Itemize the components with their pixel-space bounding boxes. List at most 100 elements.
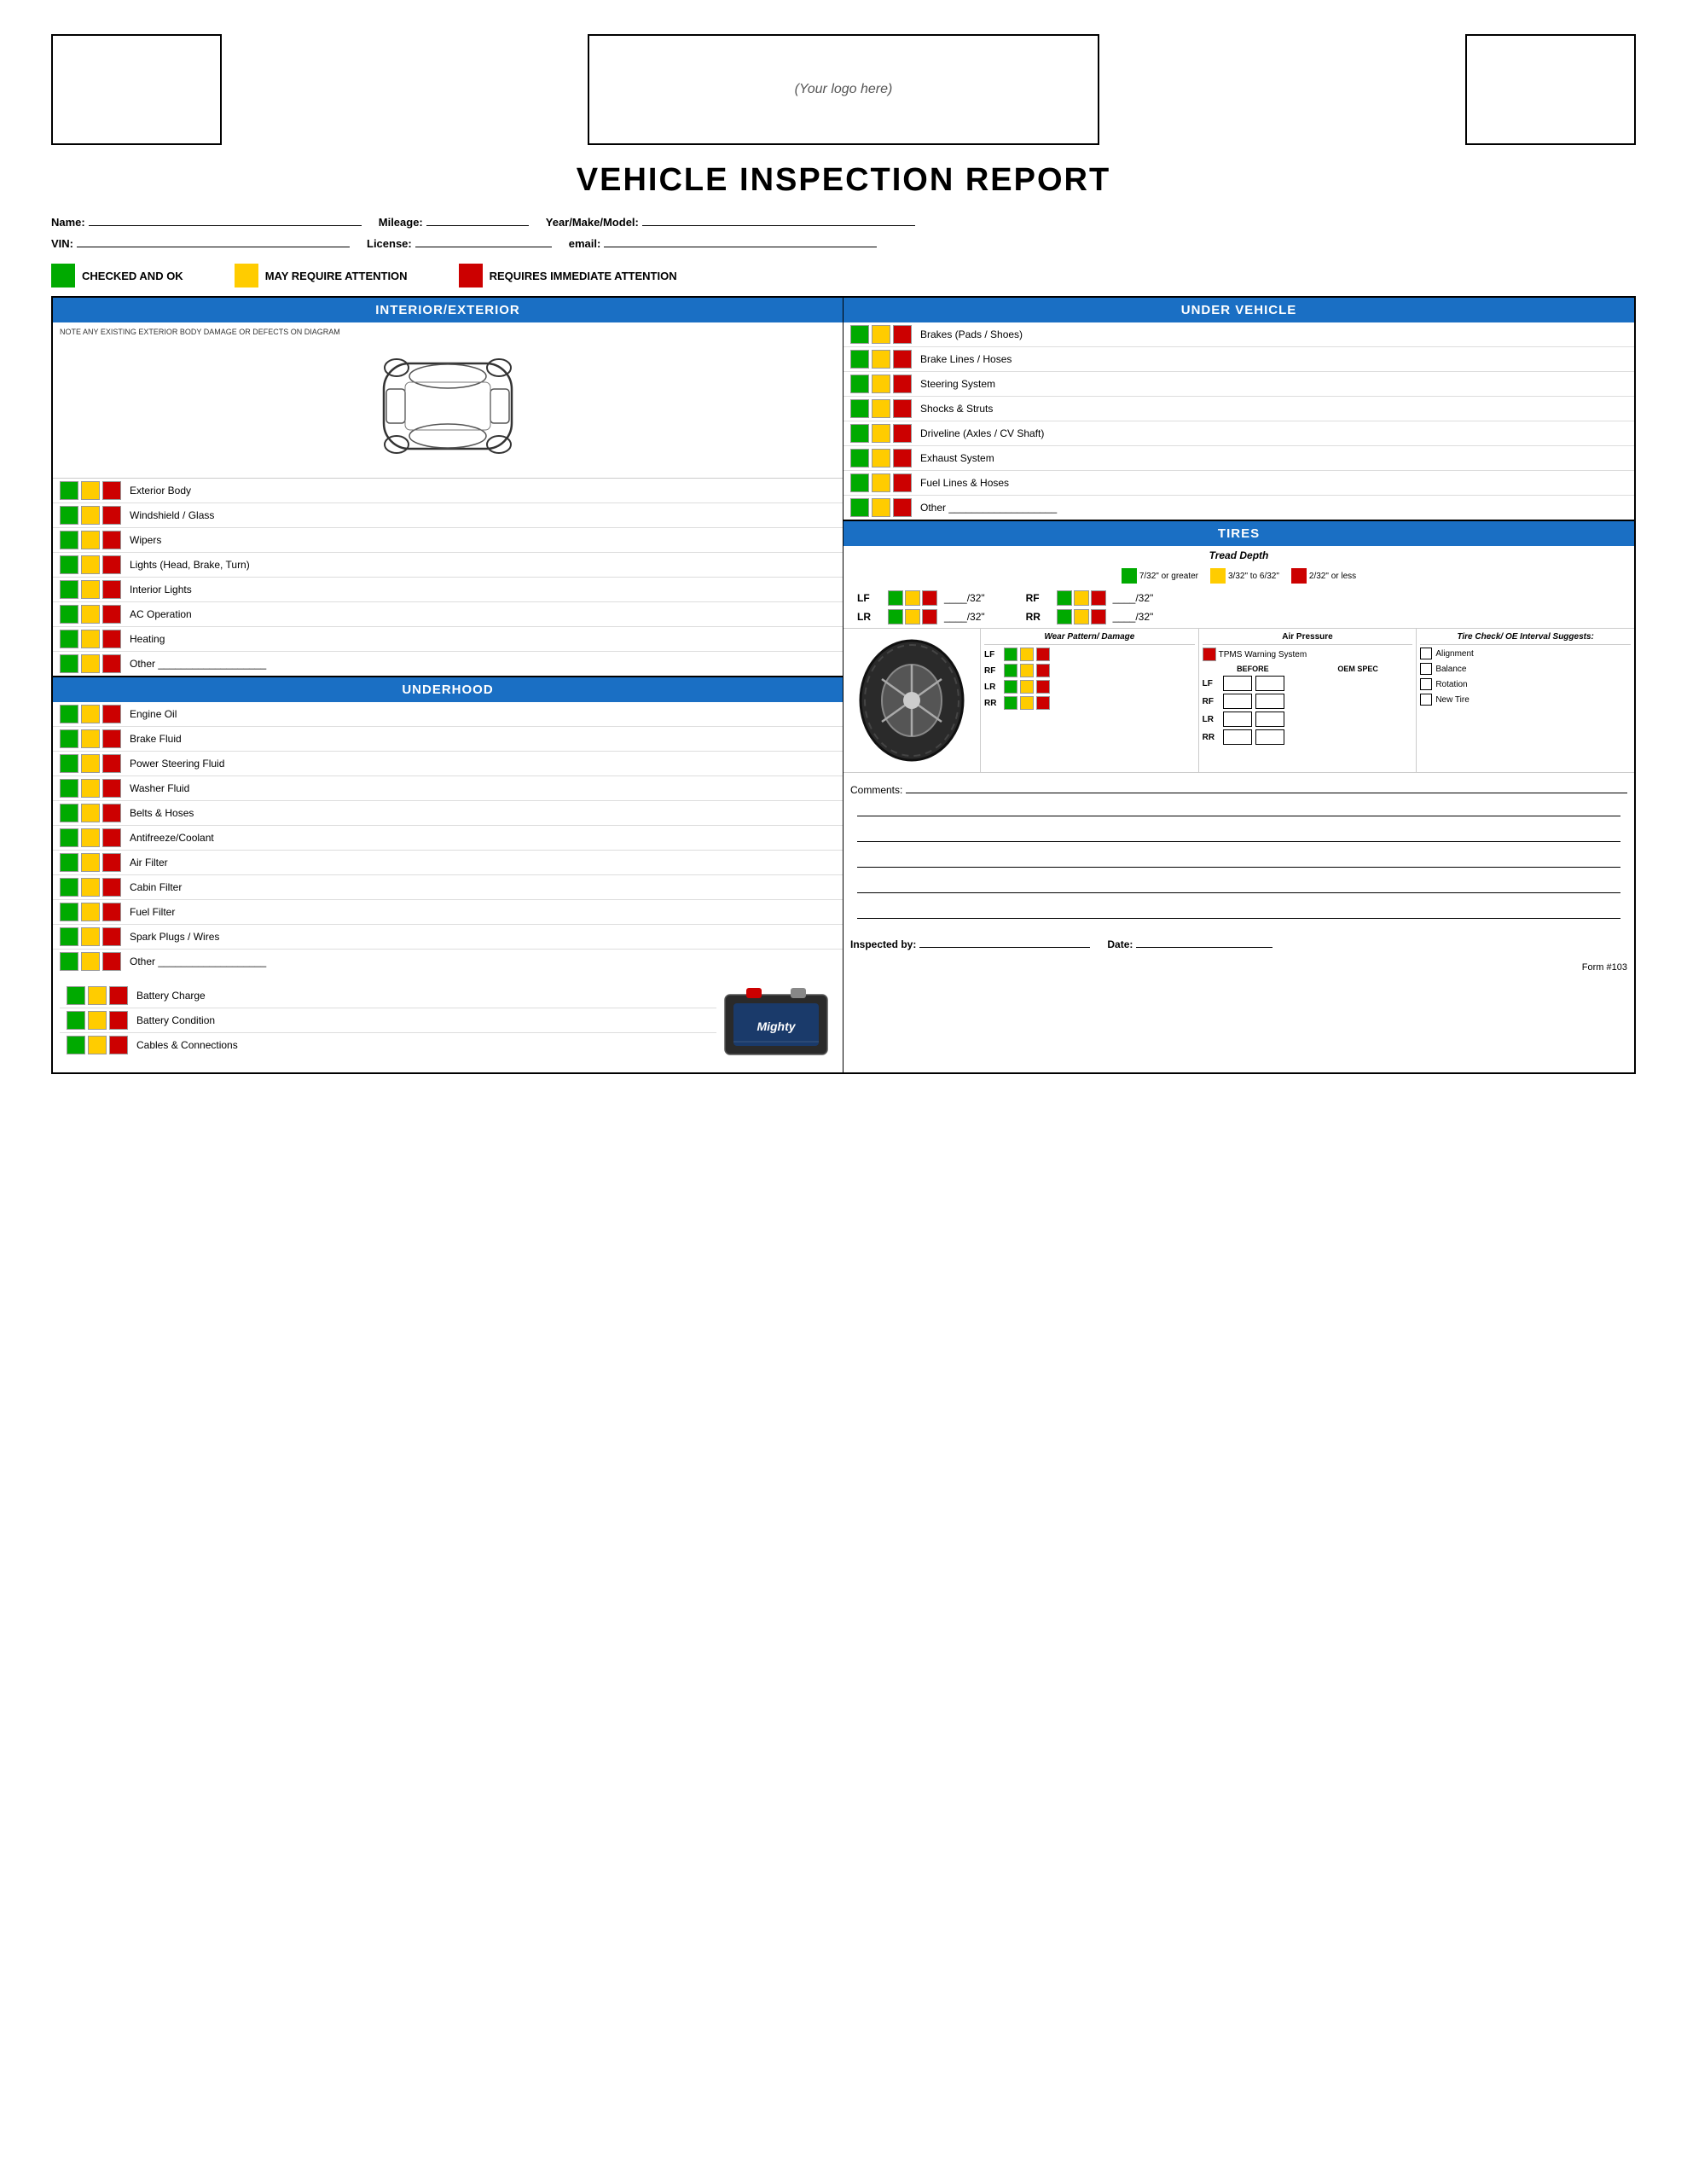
yellow-box[interactable] bbox=[81, 754, 100, 773]
comment-extra-line-1[interactable] bbox=[857, 804, 1620, 816]
yellow-box[interactable] bbox=[88, 1036, 107, 1054]
green-box[interactable] bbox=[60, 903, 78, 921]
green-box[interactable] bbox=[850, 473, 869, 492]
lf-yellow[interactable] bbox=[905, 590, 920, 606]
green-box[interactable] bbox=[60, 828, 78, 847]
ap-rr-before[interactable] bbox=[1223, 729, 1252, 745]
green-box[interactable] bbox=[850, 449, 869, 468]
new-tire-checkbox[interactable] bbox=[1420, 694, 1432, 706]
lr-green[interactable] bbox=[888, 609, 903, 624]
green-box[interactable] bbox=[60, 729, 78, 748]
comment-extra-line-3[interactable] bbox=[857, 856, 1620, 868]
green-box[interactable] bbox=[850, 375, 869, 393]
red-box[interactable] bbox=[893, 424, 912, 443]
red-box[interactable] bbox=[102, 705, 121, 723]
comments-input-line[interactable] bbox=[906, 781, 1627, 793]
red-box[interactable] bbox=[102, 580, 121, 599]
yellow-box[interactable] bbox=[81, 654, 100, 673]
rotation-checkbox[interactable] bbox=[1420, 678, 1432, 690]
red-box[interactable] bbox=[102, 555, 121, 574]
wear-lr-yellow[interactable] bbox=[1020, 680, 1034, 694]
yellow-box[interactable] bbox=[81, 779, 100, 798]
date-input[interactable] bbox=[1136, 936, 1272, 948]
green-box[interactable] bbox=[850, 325, 869, 344]
red-box[interactable] bbox=[102, 927, 121, 946]
green-box[interactable] bbox=[67, 986, 85, 1005]
red-box[interactable] bbox=[109, 1011, 128, 1030]
wear-lf-red[interactable] bbox=[1036, 648, 1050, 661]
yellow-box[interactable] bbox=[88, 1011, 107, 1030]
rf-red[interactable] bbox=[1091, 590, 1106, 606]
wear-lf-yellow[interactable] bbox=[1020, 648, 1034, 661]
red-box[interactable] bbox=[102, 531, 121, 549]
lr-red[interactable] bbox=[922, 609, 937, 624]
yellow-box[interactable] bbox=[872, 399, 890, 418]
green-box[interactable] bbox=[60, 779, 78, 798]
rr-yellow[interactable] bbox=[1074, 609, 1089, 624]
yellow-box[interactable] bbox=[81, 878, 100, 897]
wear-rf-yellow[interactable] bbox=[1020, 664, 1034, 677]
red-box[interactable] bbox=[102, 779, 121, 798]
green-box[interactable] bbox=[67, 1036, 85, 1054]
red-box[interactable] bbox=[102, 878, 121, 897]
lf-green[interactable] bbox=[888, 590, 903, 606]
red-box[interactable] bbox=[102, 654, 121, 673]
red-box[interactable] bbox=[102, 605, 121, 624]
yellow-box[interactable] bbox=[81, 481, 100, 500]
red-box[interactable] bbox=[893, 375, 912, 393]
yellow-box[interactable] bbox=[81, 903, 100, 921]
red-box[interactable] bbox=[893, 449, 912, 468]
green-box[interactable] bbox=[60, 481, 78, 500]
red-box[interactable] bbox=[102, 903, 121, 921]
green-box[interactable] bbox=[60, 580, 78, 599]
yellow-box[interactable] bbox=[81, 828, 100, 847]
green-box[interactable] bbox=[60, 630, 78, 648]
vin-input[interactable] bbox=[77, 235, 350, 247]
red-box[interactable] bbox=[102, 804, 121, 822]
rf-green[interactable] bbox=[1057, 590, 1072, 606]
wear-rf-green[interactable] bbox=[1004, 664, 1017, 677]
red-box[interactable] bbox=[893, 498, 912, 517]
yellow-box[interactable] bbox=[81, 580, 100, 599]
red-box[interactable] bbox=[102, 828, 121, 847]
ap-lf-oem[interactable] bbox=[1255, 676, 1284, 691]
red-box[interactable] bbox=[109, 1036, 128, 1054]
ap-rr-oem[interactable] bbox=[1255, 729, 1284, 745]
red-box[interactable] bbox=[102, 481, 121, 500]
green-box[interactable] bbox=[60, 705, 78, 723]
green-box[interactable] bbox=[60, 804, 78, 822]
yellow-box[interactable] bbox=[81, 630, 100, 648]
wear-lr-red[interactable] bbox=[1036, 680, 1050, 694]
year-make-model-input[interactable] bbox=[642, 214, 915, 226]
lf-red[interactable] bbox=[922, 590, 937, 606]
green-box[interactable] bbox=[850, 350, 869, 369]
green-box[interactable] bbox=[850, 424, 869, 443]
yellow-box[interactable] bbox=[81, 555, 100, 574]
yellow-box[interactable] bbox=[872, 350, 890, 369]
green-box[interactable] bbox=[60, 506, 78, 525]
wear-rf-red[interactable] bbox=[1036, 664, 1050, 677]
wear-rr-red[interactable] bbox=[1036, 696, 1050, 710]
red-box[interactable] bbox=[102, 506, 121, 525]
green-box[interactable] bbox=[60, 605, 78, 624]
yellow-box[interactable] bbox=[872, 325, 890, 344]
green-box[interactable] bbox=[60, 555, 78, 574]
ap-lf-before[interactable] bbox=[1223, 676, 1252, 691]
red-box[interactable] bbox=[102, 754, 121, 773]
yellow-box[interactable] bbox=[872, 375, 890, 393]
yellow-box[interactable] bbox=[872, 473, 890, 492]
email-input[interactable] bbox=[604, 235, 877, 247]
red-box[interactable] bbox=[893, 325, 912, 344]
red-box[interactable] bbox=[893, 399, 912, 418]
name-input[interactable] bbox=[89, 214, 362, 226]
yellow-box[interactable] bbox=[81, 927, 100, 946]
ap-rf-oem[interactable] bbox=[1255, 694, 1284, 709]
ap-rf-before[interactable] bbox=[1223, 694, 1252, 709]
yellow-box[interactable] bbox=[81, 531, 100, 549]
red-box[interactable] bbox=[102, 952, 121, 971]
yellow-box[interactable] bbox=[81, 729, 100, 748]
yellow-box[interactable] bbox=[88, 986, 107, 1005]
rr-green[interactable] bbox=[1057, 609, 1072, 624]
comment-extra-line-2[interactable] bbox=[857, 830, 1620, 842]
wear-lr-green[interactable] bbox=[1004, 680, 1017, 694]
